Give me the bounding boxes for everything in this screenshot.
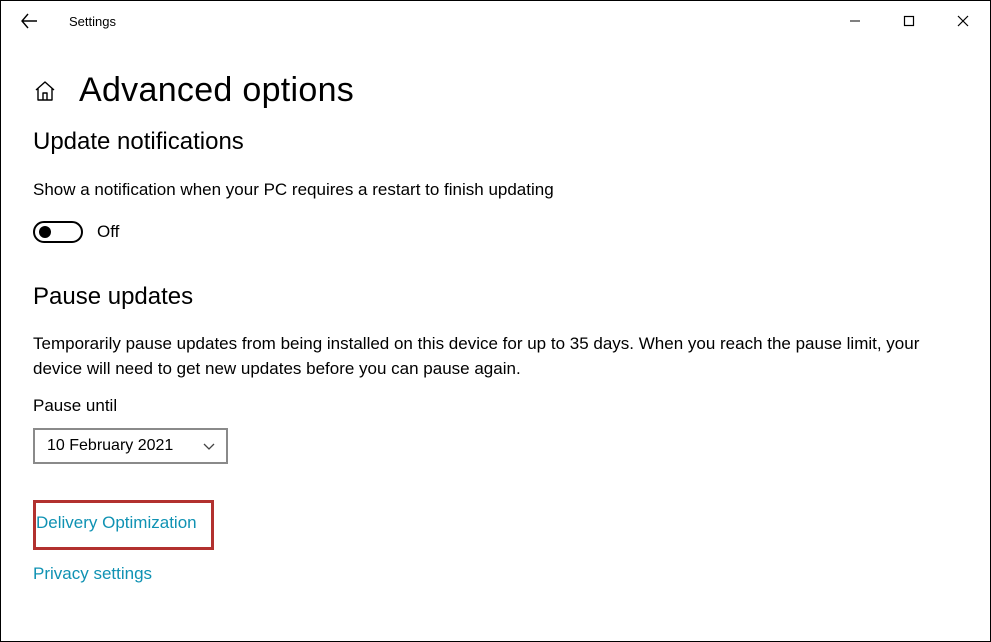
pause-body: Temporarily pause updates from being ins… <box>33 331 958 382</box>
chevron-down-icon <box>202 439 216 453</box>
titlebar-left: Settings <box>17 9 116 33</box>
pause-date-value: 10 February 2021 <box>47 437 173 455</box>
notifications-description: Show a notification when your PC require… <box>33 178 958 203</box>
page-title: Advanced options <box>79 71 354 110</box>
titlebar: Settings <box>1 1 990 41</box>
close-icon <box>957 15 969 27</box>
delivery-link-highlight: Delivery Optimization <box>33 500 214 550</box>
close-button[interactable] <box>936 1 990 41</box>
privacy-settings-link[interactable]: Privacy settings <box>33 564 152 584</box>
content: Advanced options Update notifications Sh… <box>1 41 990 584</box>
back-button[interactable] <box>17 9 41 33</box>
page-header: Advanced options <box>33 71 958 110</box>
maximize-icon <box>903 15 915 27</box>
links-section: Delivery Optimization Privacy settings <box>33 500 958 584</box>
minimize-button[interactable] <box>828 1 882 41</box>
delivery-optimization-link[interactable]: Delivery Optimization <box>36 513 197 533</box>
pause-until-label: Pause until <box>33 396 958 416</box>
arrow-left-icon <box>20 12 38 30</box>
home-icon[interactable] <box>33 79 57 103</box>
pause-date-dropdown[interactable]: 10 February 2021 <box>33 428 228 464</box>
pause-heading: Pause updates <box>33 283 958 311</box>
privacy-link-wrapper: Privacy settings <box>33 564 958 584</box>
minimize-icon <box>849 15 861 27</box>
notifications-heading: Update notifications <box>33 128 958 156</box>
toggle-thumb <box>39 226 51 238</box>
notifications-toggle-label: Off <box>97 222 119 242</box>
home-icon-svg <box>33 79 57 103</box>
app-title: Settings <box>69 14 116 29</box>
window-controls <box>828 1 990 41</box>
notifications-toggle[interactable] <box>33 221 83 243</box>
notifications-toggle-row: Off <box>33 221 958 243</box>
maximize-button[interactable] <box>882 1 936 41</box>
